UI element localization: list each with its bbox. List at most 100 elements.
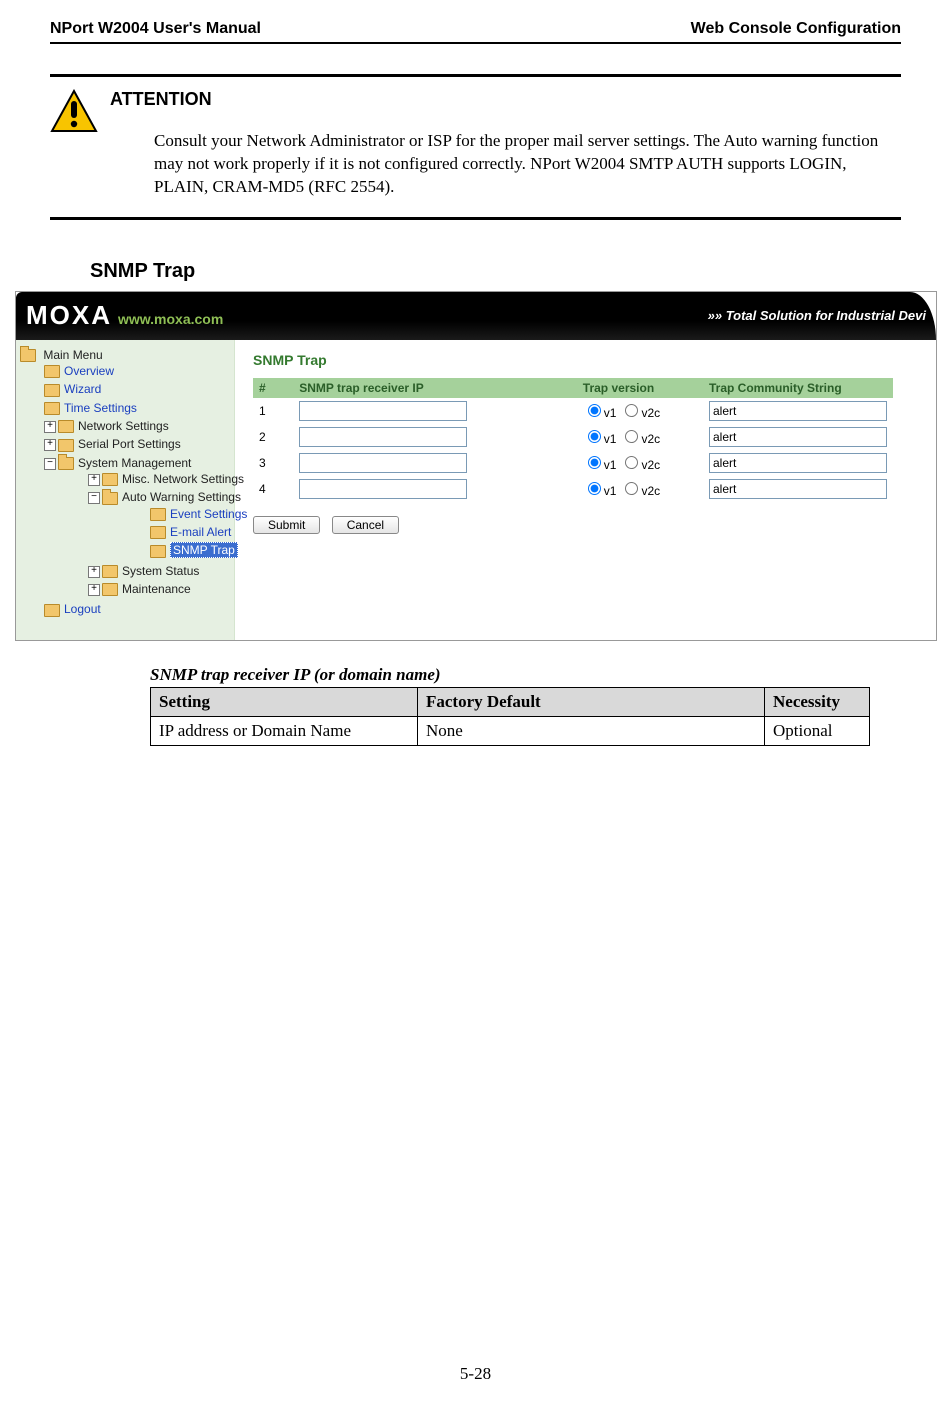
v1-label: v1: [604, 458, 617, 472]
nav-network[interactable]: +Network Settings: [20, 417, 234, 435]
expand-icon[interactable]: +: [44, 421, 56, 433]
attention-box: ATTENTION Consult your Network Administr…: [50, 74, 901, 220]
nav-serial[interactable]: + Serial Port Settings: [20, 435, 234, 453]
table-caption: SNMP trap receiver IP (or domain name): [150, 665, 901, 685]
collapse-icon[interactable]: −: [88, 492, 100, 504]
nav-overview-label: Overview: [64, 364, 114, 378]
trap-ip-input-3[interactable]: [299, 453, 467, 473]
v1-label: v1: [604, 406, 617, 420]
tagline-text: Total Solution for Industrial Devi: [726, 308, 926, 323]
col-ver: Trap version: [577, 378, 703, 398]
trap-v1-radio-4[interactable]: [588, 482, 601, 495]
nav-time-label: Time Settings: [64, 401, 137, 415]
trap-ip-input-2[interactable]: [299, 427, 467, 447]
settings-h1: Setting: [151, 687, 418, 716]
row-num: 4: [253, 476, 293, 502]
v2c-label: v2c: [641, 406, 660, 420]
folder-icon: [44, 402, 60, 415]
expand-icon[interactable]: +: [88, 584, 100, 596]
nav-autowarn-label: Auto Warning Settings: [122, 490, 241, 504]
folder-icon: [44, 365, 60, 378]
section-snmp-trap: SNMP Trap: [90, 260, 901, 283]
folder-icon: [102, 583, 118, 596]
nav-main-menu[interactable]: Main Menu Overview Wizard Time Settings …: [16, 346, 234, 621]
v1-label: v1: [604, 484, 617, 498]
nav-logout[interactable]: Logout: [20, 600, 234, 618]
snmp-trap-table: # SNMP trap receiver IP Trap version Tra…: [253, 378, 893, 502]
attention-body: Consult your Network Administrator or IS…: [110, 130, 901, 199]
folder-icon: [102, 473, 118, 486]
row-num: 1: [253, 398, 293, 424]
nav-sysmgmt-label: System Management: [78, 456, 191, 470]
nav-main-label: Main Menu: [43, 348, 102, 362]
moxa-banner: MOXA www.moxa.com »» Total Solution for …: [16, 292, 936, 340]
expand-icon[interactable]: +: [44, 439, 56, 451]
row-num: 2: [253, 424, 293, 450]
nav-logout-label: Logout: [64, 602, 101, 616]
doc-title-left: NPort W2004 User's Manual: [50, 20, 261, 38]
expand-icon[interactable]: +: [88, 566, 100, 578]
tagline-arrows: »»: [708, 308, 722, 323]
nav-snmp[interactable]: SNMP Trap: [88, 541, 234, 559]
trap-v1-radio-3[interactable]: [588, 456, 601, 469]
trap-v2c-radio-4[interactable]: [625, 482, 638, 495]
folder-icon: [102, 565, 118, 578]
nav-overview[interactable]: Overview: [20, 362, 234, 380]
nav-wizard[interactable]: Wizard: [20, 380, 234, 398]
nav-miscnet-label: Misc. Network Settings: [122, 472, 244, 486]
trap-v2c-radio-3[interactable]: [625, 456, 638, 469]
warning-icon: [50, 89, 98, 133]
trap-v1-radio-1[interactable]: [588, 404, 601, 417]
moxa-url: www.moxa.com: [118, 311, 223, 327]
pane-title: SNMP Trap: [253, 352, 936, 368]
col-num: #: [253, 378, 293, 398]
nav-sysstatus-label: System Status: [122, 564, 199, 578]
trap-ip-input-1[interactable]: [299, 401, 467, 421]
trap-v1-radio-2[interactable]: [588, 430, 601, 443]
settings-r1c2: None: [418, 716, 765, 745]
nav-tree: Main Menu Overview Wizard Time Settings …: [16, 340, 235, 640]
nav-event[interactable]: Event Settings: [88, 505, 234, 523]
moxa-logo-text: MOXA: [26, 300, 112, 331]
nav-snmp-label: SNMP Trap: [170, 542, 238, 558]
header-rule: [50, 42, 901, 44]
nav-sysmgmt[interactable]: − System Management +Misc. Network Settin…: [20, 454, 234, 601]
trap-comm-input-2[interactable]: [709, 427, 887, 447]
nav-miscnet[interactable]: +Misc. Network Settings: [44, 470, 234, 488]
nav-autowarn[interactable]: −Auto Warning Settings Event Settings E-…: [44, 488, 234, 561]
v2c-label: v2c: [641, 432, 660, 446]
submit-button[interactable]: Submit: [253, 516, 320, 534]
row-num: 3: [253, 450, 293, 476]
trap-comm-input-4[interactable]: [709, 479, 887, 499]
trap-v2c-radio-2[interactable]: [625, 430, 638, 443]
nav-serial-label: Serial Port Settings: [78, 437, 181, 451]
nav-time[interactable]: Time Settings: [20, 399, 234, 417]
nav-event-label: Event Settings: [170, 507, 247, 521]
settings-r1c1: IP address or Domain Name: [151, 716, 418, 745]
folder-icon: [58, 457, 74, 470]
cancel-button[interactable]: Cancel: [332, 516, 399, 534]
folder-icon: [44, 604, 60, 617]
trap-comm-input-1[interactable]: [709, 401, 887, 421]
v2c-label: v2c: [641, 458, 660, 472]
trap-ip-input-4[interactable]: [299, 479, 467, 499]
folder-icon: [150, 526, 166, 539]
folder-icon: [20, 349, 36, 362]
trap-comm-input-3[interactable]: [709, 453, 887, 473]
folder-icon: [58, 420, 74, 433]
doc-title-right: Web Console Configuration: [691, 20, 901, 38]
nav-wizard-label: Wizard: [64, 382, 101, 396]
nav-sysstatus[interactable]: + System Status: [44, 562, 234, 580]
expand-icon[interactable]: +: [88, 474, 100, 486]
collapse-icon[interactable]: −: [44, 458, 56, 470]
folder-icon: [44, 384, 60, 397]
folder-icon: [102, 492, 118, 505]
trap-v2c-radio-1[interactable]: [625, 404, 638, 417]
attention-title: ATTENTION: [110, 89, 901, 110]
nav-email[interactable]: E-mail Alert: [88, 523, 234, 541]
settings-h2: Factory Default: [418, 687, 765, 716]
v1-label: v1: [604, 432, 617, 446]
folder-icon: [150, 545, 166, 558]
nav-maint[interactable]: +Maintenance: [44, 580, 234, 598]
settings-r1c3: Optional: [765, 716, 870, 745]
